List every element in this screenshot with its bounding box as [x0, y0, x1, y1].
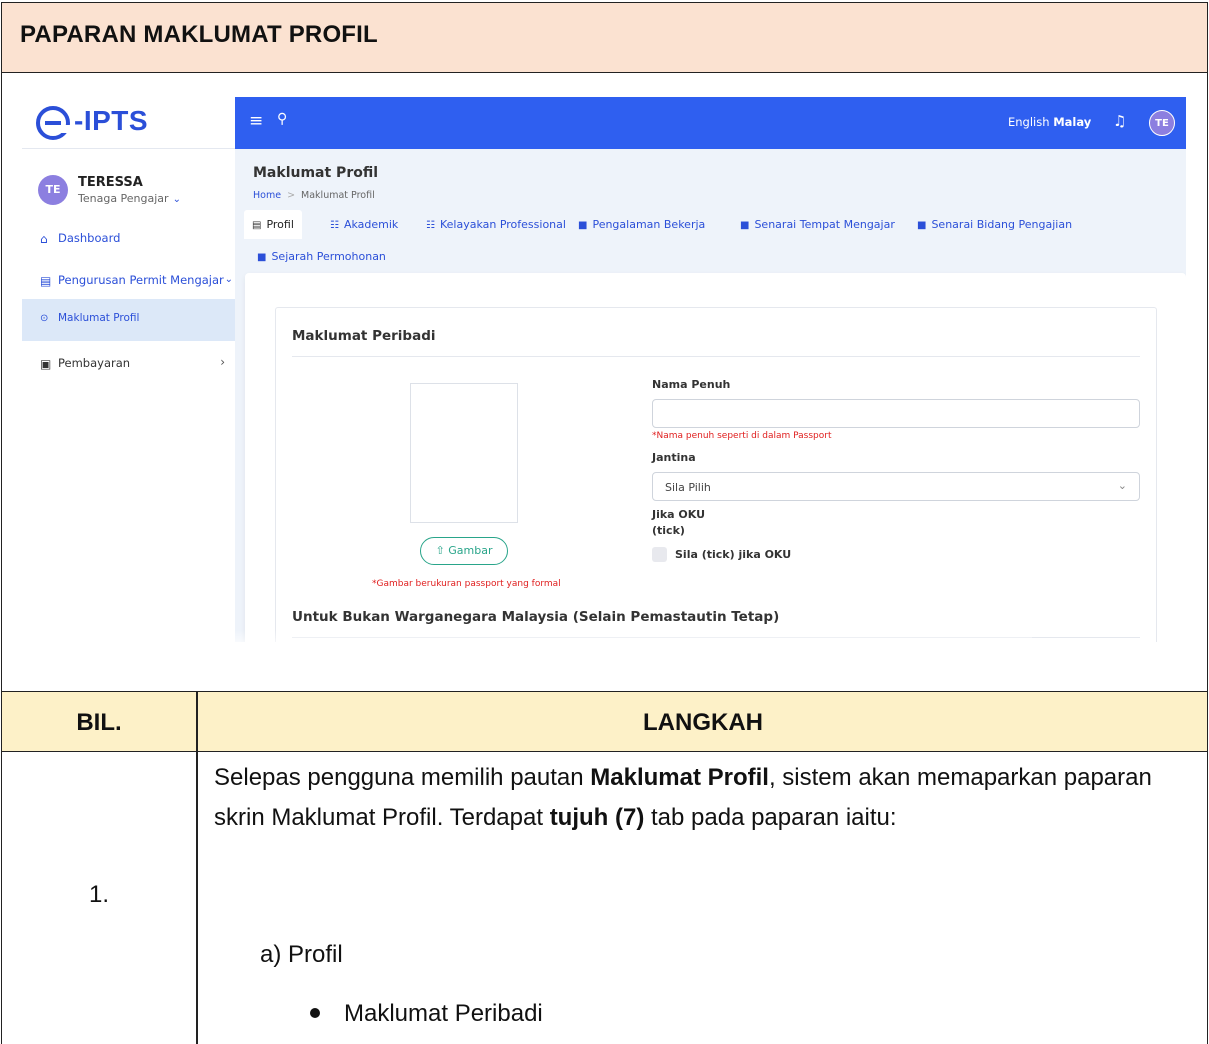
- tab-label: Pengalaman Bekerja: [592, 218, 706, 231]
- document-icon: ▤: [40, 274, 52, 288]
- chevron-right-icon: >: [287, 190, 296, 201]
- sidebar-item-label: Dashboard: [58, 231, 121, 245]
- folder-icon: ■: [578, 220, 588, 231]
- bullet-icon: [310, 1007, 320, 1018]
- logo-text: -IPTS: [74, 105, 149, 136]
- form-section-title: Maklumat Peribadi: [292, 328, 436, 344]
- breadcrumb-home[interactable]: Home: [253, 190, 281, 201]
- chevron-down-icon: ⌄: [224, 274, 233, 285]
- sidebar-item-dashboard[interactable]: ⌂ Dashboard: [22, 218, 235, 260]
- step-text-bold: Maklumat Profil: [590, 764, 769, 791]
- lang-malay[interactable]: Malay: [1053, 115, 1091, 129]
- column-divider: [196, 692, 198, 1044]
- section-title: PAPARAN MAKLUMAT PROFIL: [20, 21, 378, 48]
- nama-penuh-label: Nama Penuh: [652, 378, 731, 391]
- steps-table-header: BIL. LANGKAH: [2, 692, 1207, 752]
- home-icon: ⌂: [40, 232, 48, 246]
- tab-pengalaman-bekerja[interactable]: ■ Pengalaman Bekerja: [578, 218, 705, 231]
- page-title: Maklumat Profil: [253, 165, 379, 181]
- chevron-down-icon: ⌄: [1117, 479, 1127, 492]
- nama-penuh-note: *Nama penuh seperti di dalam Passport: [652, 431, 832, 441]
- breadcrumb-current: Maklumat Profil: [301, 190, 375, 201]
- bell-icon[interactable]: ♫: [1113, 112, 1126, 130]
- folder-icon: ■: [740, 220, 750, 231]
- tab-content-panel: Maklumat Peribadi ⇧ Gambar *Gambar beruk…: [245, 273, 1186, 642]
- tab-sejarah-permohonan[interactable]: ■ Sejarah Permohonan: [257, 250, 386, 263]
- oku-checkbox-label: Sila (tick) jika OKU: [675, 548, 792, 561]
- logo-e-icon: [36, 106, 71, 140]
- bullet-text: Maklumat Peribadi: [344, 1000, 543, 1027]
- nama-penuh-input[interactable]: [652, 399, 1140, 428]
- tab-label: Profil: [266, 218, 294, 231]
- oku-sublabel: (tick): [652, 524, 685, 537]
- institution-icon: ☷: [330, 220, 339, 231]
- upload-icon: ⇧: [435, 544, 445, 557]
- lang-english[interactable]: English: [1008, 115, 1050, 129]
- app-screenshot: -IPTS TE TERESSA Tenaga Pengajar ⌄ ⌂ Dash…: [22, 97, 1186, 642]
- step-list-item: a) Profil: [260, 941, 343, 968]
- tab-label: Kelayakan Professional: [439, 218, 566, 231]
- jantina-value: Sila Pilih: [665, 481, 711, 494]
- breadcrumb: Home > Maklumat Profil: [253, 190, 375, 201]
- jantina-select[interactable]: Sila Pilih ⌄: [652, 472, 1140, 501]
- search-icon[interactable]: ⚲: [277, 111, 287, 127]
- tab-kelayakan-professional[interactable]: ☷ Kelayakan Professional: [426, 218, 566, 231]
- top-navbar: ≡ ⚲ English Malay ♫ TE: [235, 97, 1186, 149]
- user-name: TERESSA: [78, 175, 143, 190]
- photo-note: *Gambar berukuran passport yang formal: [372, 579, 561, 589]
- sidebar-item-label: Pembayaran: [58, 356, 131, 370]
- folder-icon: ■: [917, 220, 927, 231]
- user-avatar[interactable]: TE: [38, 175, 68, 205]
- topbar-avatar[interactable]: TE: [1149, 110, 1175, 136]
- circle-dot-icon: ⊙: [40, 313, 49, 324]
- oku-label: Jika OKU: [652, 508, 706, 521]
- sidebar-item-label: Maklumat Profil: [58, 312, 140, 324]
- header-langkah: LANGKAH: [643, 709, 763, 736]
- step-number: 1.: [88, 881, 109, 908]
- tab-label: Senarai Tempat Mengajar: [754, 218, 895, 231]
- tab-label: Sejarah Permohonan: [271, 250, 386, 263]
- folder-icon: ■: [257, 252, 267, 263]
- screenshot-cell: -IPTS TE TERESSA Tenaga Pengajar ⌄ ⌂ Dash…: [2, 73, 1207, 692]
- wallet-icon: ▣: [40, 357, 52, 371]
- divider: [292, 356, 1140, 357]
- logo[interactable]: -IPTS: [22, 97, 235, 149]
- user-role[interactable]: Tenaga Pengajar ⌄: [78, 192, 181, 205]
- sidebar-item-label: Pengurusan Permit Mengajar: [58, 273, 224, 287]
- hamburger-menu-icon[interactable]: ≡: [249, 111, 263, 131]
- user-role-label: Tenaga Pengajar: [78, 192, 169, 205]
- upload-label: Gambar: [448, 544, 493, 557]
- step-description: Selepas pengguna memilih pautan Maklumat…: [214, 758, 1194, 838]
- header-bil: BIL.: [76, 709, 122, 736]
- form-card: Maklumat Peribadi ⇧ Gambar *Gambar beruk…: [275, 307, 1157, 642]
- form-subsection-title: Untuk Bukan Warganegara Malaysia (Selain…: [292, 609, 780, 625]
- chevron-down-icon: ⌄: [172, 194, 181, 205]
- section-header: PAPARAN MAKLUMAT PROFIL: [2, 3, 1207, 73]
- tab-label: Akademik: [343, 218, 399, 231]
- photo-preview: [410, 383, 518, 523]
- oku-checkbox[interactable]: [652, 547, 667, 562]
- document-table: PAPARAN MAKLUMAT PROFIL -IPTS TE TERESSA…: [1, 2, 1208, 1044]
- institution-icon: ☷: [426, 220, 435, 231]
- jantina-label: Jantina: [652, 451, 696, 464]
- upload-photo-button[interactable]: ⇧ Gambar: [420, 537, 508, 565]
- tab-profil[interactable]: ▤ Profil: [244, 210, 302, 239]
- sidebar-item-pengurusan-permit[interactable]: ▤ Pengurusan Permit Mengajar ⌄: [22, 260, 235, 302]
- tab-senarai-tempat-mengajar[interactable]: ■ Senarai Tempat Mengajar: [740, 218, 895, 231]
- step-bullet-item: Maklumat Peribadi: [310, 1000, 543, 1028]
- step-text-part: tab pada paparan iaitu:: [644, 804, 897, 831]
- sidebar-item-pembayaran[interactable]: ▣ Pembayaran ›: [22, 343, 235, 385]
- language-switcher[interactable]: English Malay: [1008, 115, 1091, 129]
- chevron-right-icon: ›: [220, 355, 225, 369]
- sidebar-item-maklumat-profil[interactable]: ⊙ Maklumat Profil: [22, 299, 235, 341]
- id-card-icon: ▤: [252, 220, 262, 231]
- fade-overlay: [172, 630, 1032, 642]
- tab-akademik[interactable]: ☷ Akademik: [330, 218, 398, 231]
- tab-label: Senarai Bidang Pengajian: [931, 218, 1073, 231]
- step-text-bold: tujuh (7): [549, 804, 645, 831]
- tab-senarai-bidang-pengajian[interactable]: ■ Senarai Bidang Pengajian: [917, 218, 1072, 231]
- sidebar: -IPTS TE TERESSA Tenaga Pengajar ⌄ ⌂ Dash…: [22, 97, 235, 642]
- step-text-part: Selepas pengguna memilih pautan: [214, 764, 591, 791]
